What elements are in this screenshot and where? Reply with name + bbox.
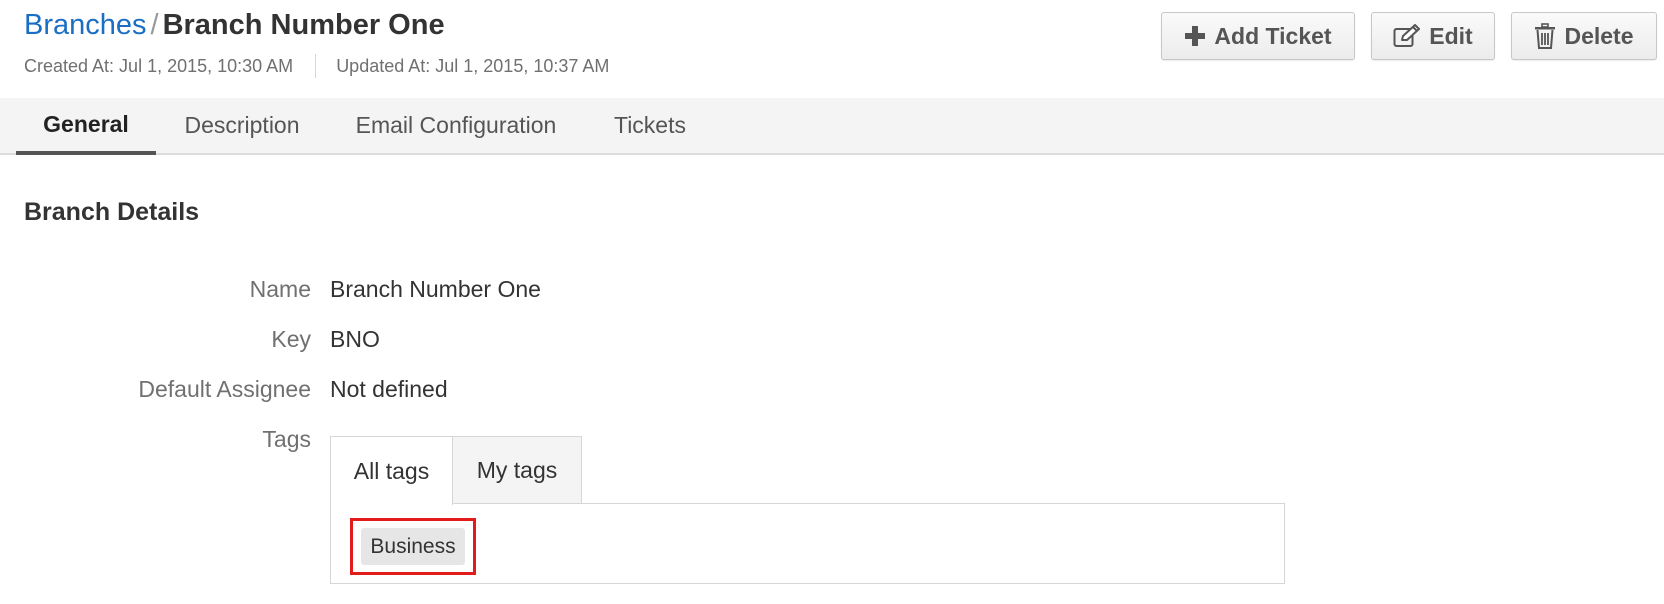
default-assignee-value: Not defined (330, 376, 448, 402)
created-at: Created At: Jul 1, 2015, 10:30 AM (24, 55, 294, 76)
tab-email-configuration[interactable]: Email Configuration (340, 98, 572, 153)
page-header: Branches / Branch Number One Created At:… (24, 8, 609, 78)
tab-general[interactable]: General (16, 98, 156, 155)
delete-button[interactable]: Delete (1511, 12, 1657, 60)
tab-my-tags[interactable]: My tags (452, 436, 582, 504)
add-ticket-label: Add Ticket (1214, 22, 1332, 49)
tags-label: Tags (262, 426, 311, 452)
action-toolbar: Add Ticket Edit Delete (1161, 12, 1657, 60)
name-label: Name (249, 276, 311, 302)
delete-label: Delete (1564, 22, 1634, 49)
section-title: Branch Details (24, 198, 200, 226)
default-assignee-label: Default Assignee (138, 376, 311, 402)
page-title: Branch Number One (162, 9, 445, 41)
key-value: BNO (330, 326, 380, 352)
tab-tickets[interactable]: Tickets (600, 98, 700, 153)
tab-all-tags[interactable]: All tags (330, 436, 453, 505)
breadcrumb-separator: / (150, 9, 159, 41)
app-root: Branches / Branch Number One Created At:… (0, 0, 1664, 604)
tag-highlight-box (350, 518, 476, 575)
edit-button[interactable]: Edit (1371, 12, 1495, 60)
plus-icon (1184, 25, 1206, 47)
breadcrumb: Branches / Branch Number One (24, 8, 609, 42)
edit-label: Edit (1429, 22, 1473, 49)
breadcrumb-branches-link[interactable]: Branches (24, 8, 147, 42)
edit-icon (1393, 24, 1421, 48)
timestamps: Created At: Jul 1, 2015, 10:30 AM Update… (24, 54, 609, 78)
tab-description[interactable]: Description (170, 98, 314, 153)
trash-icon (1534, 23, 1556, 49)
add-ticket-button[interactable]: Add Ticket (1161, 12, 1355, 60)
name-value: Branch Number One (330, 276, 541, 302)
meta-divider (315, 54, 317, 78)
tab-bar: General Description Email Configuration … (0, 98, 1664, 155)
updated-at: Updated At: Jul 1, 2015, 10:37 AM (336, 55, 610, 76)
key-label: Key (271, 326, 311, 352)
